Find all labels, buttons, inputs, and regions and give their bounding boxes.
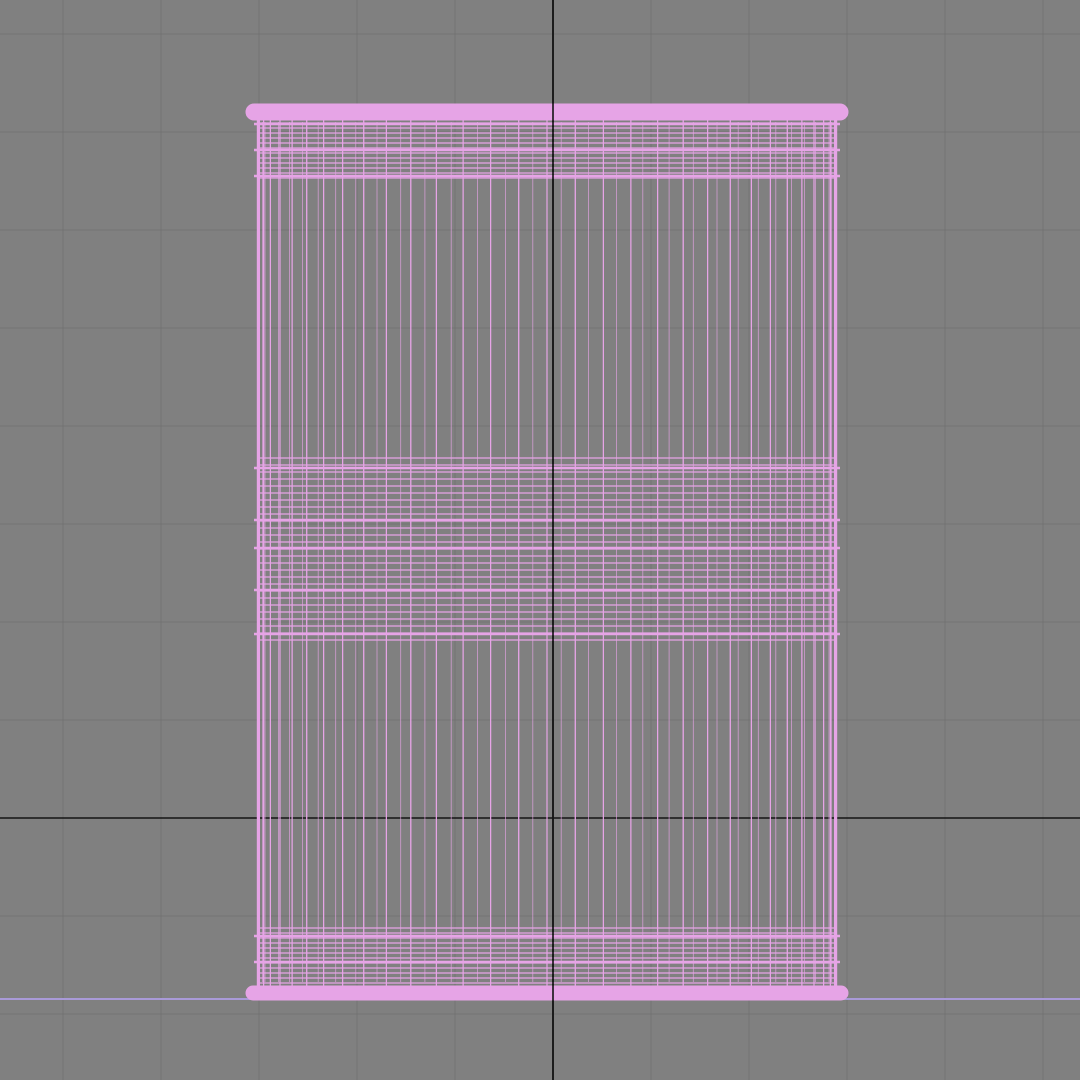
viewport-background <box>0 0 1080 1080</box>
mesh-bottom-rim <box>245 985 849 1001</box>
3d-viewport[interactable] <box>0 0 1080 1080</box>
mesh-top-rim <box>245 103 849 121</box>
viewport-canvas[interactable] <box>0 0 1080 1080</box>
